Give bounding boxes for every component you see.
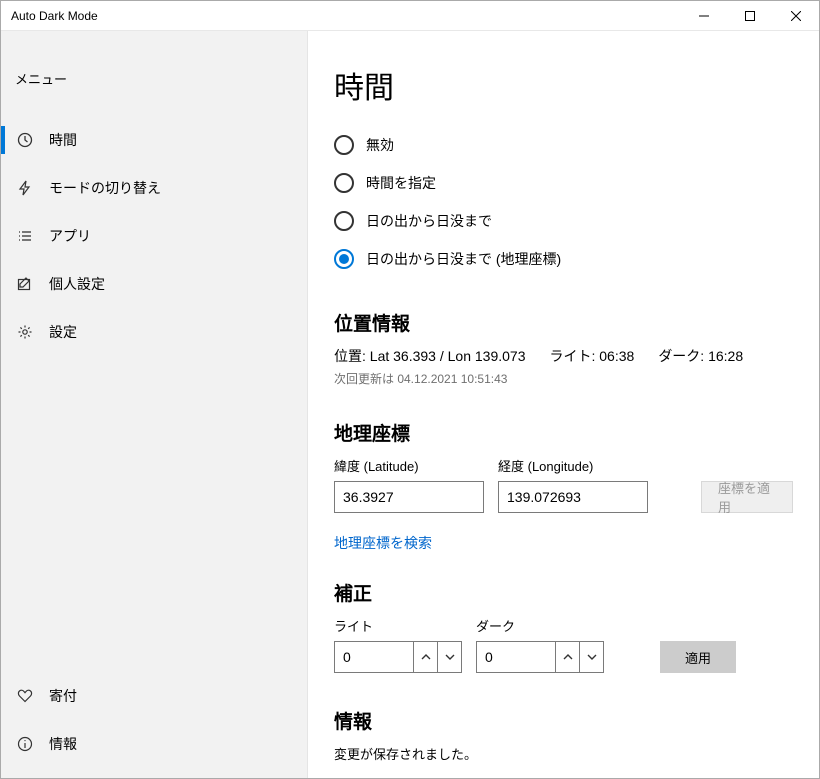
sidebar-item-switch[interactable]: モードの切り替え — [1, 164, 307, 212]
radio-sunrise-sunset[interactable]: 日の出から日没まで — [334, 211, 793, 231]
sidebar-item-donate[interactable]: 寄付 — [1, 672, 307, 720]
nav: 時間 モードの切り替え アプリ — [1, 116, 307, 356]
edit-icon — [15, 276, 35, 292]
sidebar-header: メニュー — [1, 51, 307, 116]
coords-heading: 地理座標 — [334, 419, 793, 446]
spin-down-button[interactable] — [579, 642, 603, 672]
sidebar-item-label: 寄付 — [49, 686, 77, 706]
radio-icon — [334, 211, 354, 231]
sidebar-bottom: 寄付 情報 — [1, 672, 307, 778]
list-icon — [15, 228, 35, 244]
button-label: 適用 — [685, 648, 711, 667]
spin-up-button[interactable] — [413, 642, 437, 672]
offset-light-field: ライト — [334, 616, 462, 673]
spin-down-button[interactable] — [437, 642, 461, 672]
gear-icon — [15, 324, 35, 340]
longitude-label: 経度 (Longitude) — [498, 456, 648, 475]
maximize-button[interactable] — [727, 1, 773, 31]
sidebar-item-label: アプリ — [49, 226, 91, 246]
button-label: 座標を適用 — [718, 478, 776, 516]
minimize-button[interactable] — [681, 1, 727, 31]
latitude-input[interactable] — [334, 481, 484, 513]
radio-label: 無効 — [366, 135, 394, 155]
dark-time-value: ダーク: 16:28 — [658, 346, 743, 366]
time-mode-radios: 無効 時間を指定 日の出から日没まで 日の出から日没まで (地理座標) — [334, 135, 793, 269]
offset-dark-field: ダーク — [476, 616, 604, 673]
sidebar-item-label: 情報 — [49, 734, 77, 754]
sidebar-item-label: モードの切り替え — [49, 178, 161, 198]
info-icon — [15, 736, 35, 752]
latitude-field: 緯度 (Latitude) — [334, 456, 484, 513]
sidebar-item-info[interactable]: 情報 — [1, 720, 307, 768]
position-value: 位置: Lat 36.393 / Lon 139.073 — [334, 346, 525, 366]
radio-label: 日の出から日没まで — [366, 211, 492, 231]
location-line: 位置: Lat 36.393 / Lon 139.073 ライト: 06:38 … — [334, 346, 793, 366]
sidebar-item-settings[interactable]: 設定 — [1, 308, 307, 356]
lightning-icon — [15, 180, 35, 196]
coords-row: 緯度 (Latitude) 経度 (Longitude) 座標を適用 — [334, 456, 793, 513]
sidebar-item-time[interactable]: 時間 — [1, 116, 307, 164]
page-title: 時間 — [334, 63, 793, 107]
main-content: 時間 無効 時間を指定 日の出から日没まで 日の出から日没まで (地理座標) — [308, 31, 819, 778]
longitude-input[interactable] — [498, 481, 648, 513]
location-heading: 位置情報 — [334, 309, 793, 336]
offset-light-spinner — [334, 641, 462, 673]
radio-label: 日の出から日没まで (地理座標) — [366, 249, 561, 269]
radio-icon — [334, 173, 354, 193]
sidebar-item-label: 個人設定 — [49, 274, 105, 294]
light-time-value: ライト: 06:38 — [549, 346, 634, 366]
offset-heading: 補正 — [334, 579, 793, 606]
info-message: 変更が保存されました。 — [334, 744, 793, 763]
radio-disabled[interactable]: 無効 — [334, 135, 793, 155]
apply-offset-button[interactable]: 適用 — [660, 641, 736, 673]
radio-set-time[interactable]: 時間を指定 — [334, 173, 793, 193]
radio-icon — [334, 135, 354, 155]
apply-coords-button[interactable]: 座標を適用 — [701, 481, 793, 513]
sidebar-item-label: 時間 — [49, 130, 77, 150]
radio-label: 時間を指定 — [366, 173, 436, 193]
sidebar-item-personal[interactable]: 個人設定 — [1, 260, 307, 308]
next-update-value: 次回更新は 04.12.2021 10:51:43 — [334, 370, 793, 387]
sidebar-item-apps[interactable]: アプリ — [1, 212, 307, 260]
offset-light-input[interactable] — [335, 642, 413, 672]
sidebar-item-label: 設定 — [49, 322, 77, 342]
offset-dark-label: ダーク — [476, 616, 604, 635]
offset-light-label: ライト — [334, 616, 462, 635]
latitude-label: 緯度 (Latitude) — [334, 456, 484, 475]
window-body: メニュー 時間 モードの切り替え — [1, 31, 819, 778]
radio-sunrise-sunset-geo[interactable]: 日の出から日没まで (地理座標) — [334, 249, 793, 269]
offset-row: ライト ダーク 適用 — [334, 616, 793, 673]
spin-up-button[interactable] — [555, 642, 579, 672]
sidebar: メニュー 時間 モードの切り替え — [1, 31, 308, 778]
longitude-field: 経度 (Longitude) — [498, 456, 648, 513]
clock-icon — [15, 132, 35, 148]
window-title: Auto Dark Mode — [1, 9, 98, 23]
offset-dark-spinner — [476, 641, 604, 673]
heart-icon — [15, 688, 35, 704]
offset-dark-input[interactable] — [477, 642, 555, 672]
radio-icon — [334, 249, 354, 269]
app-window: Auto Dark Mode メニュー 時間 — [0, 0, 820, 779]
close-button[interactable] — [773, 1, 819, 31]
search-coords-link[interactable]: 地理座標を検索 — [334, 533, 432, 553]
info-heading: 情報 — [334, 707, 793, 734]
titlebar: Auto Dark Mode — [1, 1, 819, 31]
